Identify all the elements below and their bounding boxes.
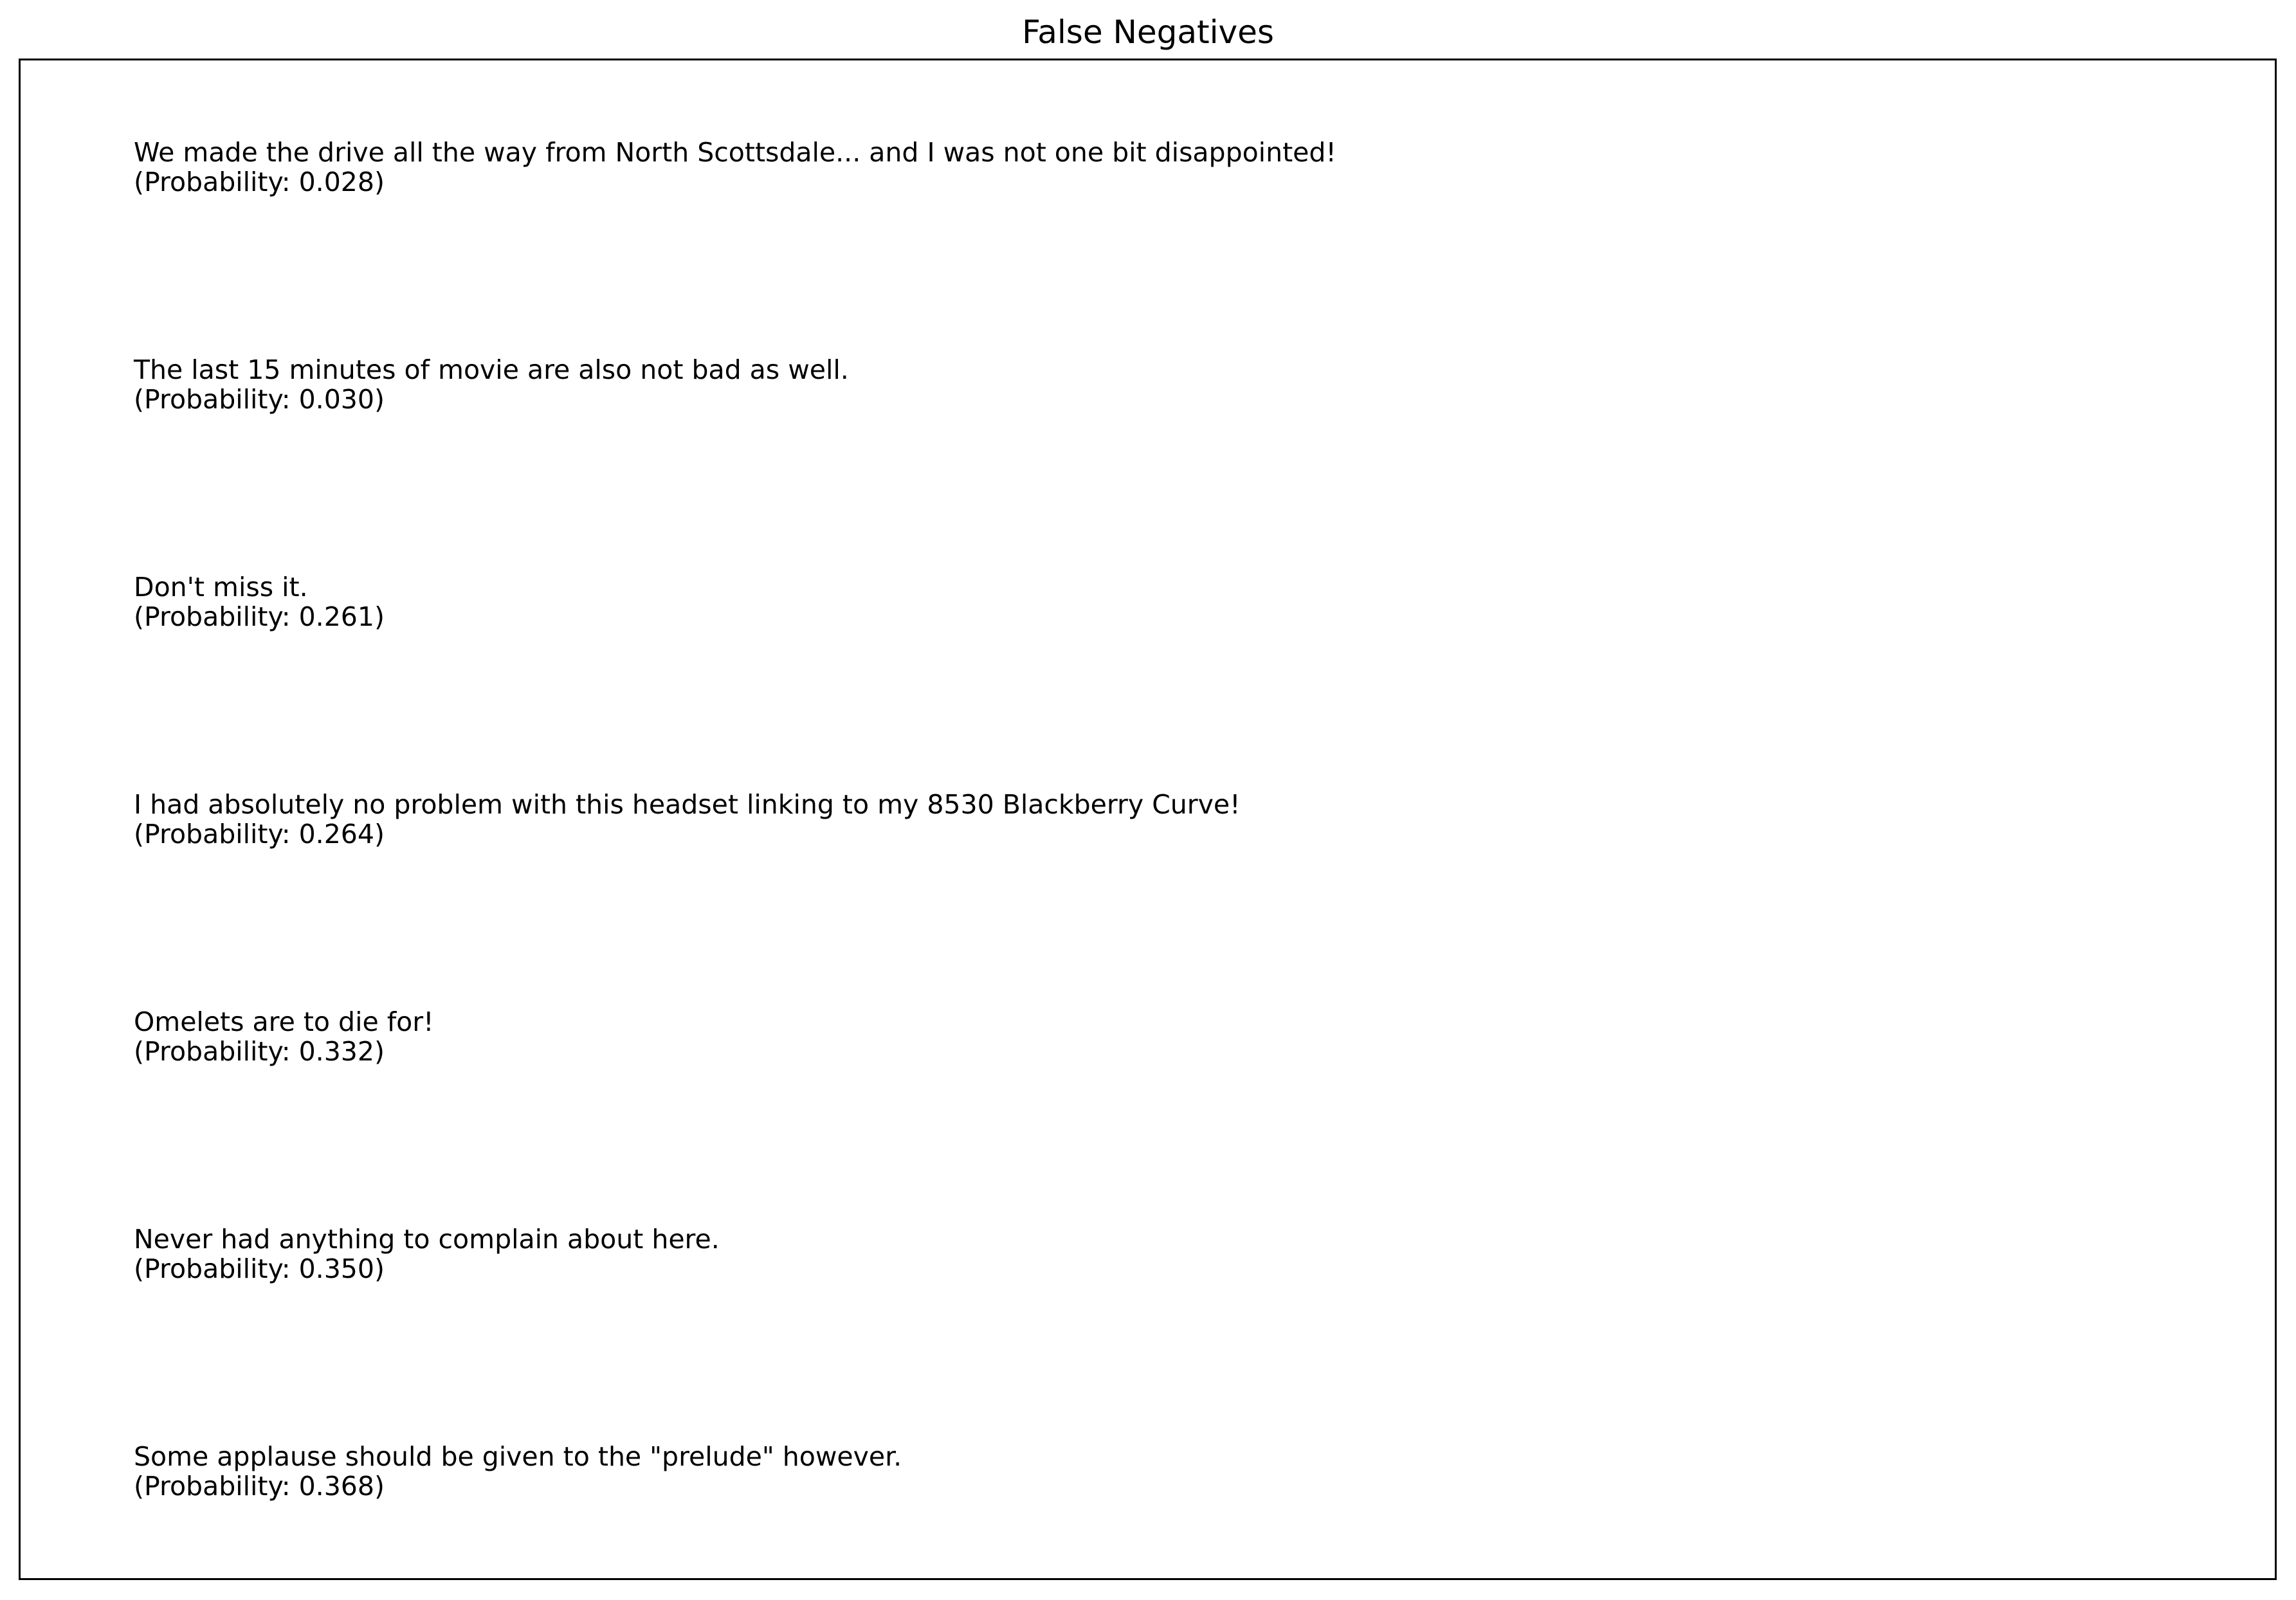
entry-text: Some applause should be given to the "pr…	[134, 1441, 902, 1472]
entry-text: I had absolutely no problem with this he…	[134, 789, 1241, 820]
entry-7: Some applause should be given to the "pr…	[134, 1442, 902, 1501]
entry-text: Omelets are to die for!	[134, 1006, 434, 1037]
entry-probability: (Probability: 0.332)	[134, 1036, 385, 1067]
entry-5: Omelets are to die for! (Probability: 0.…	[134, 1007, 434, 1066]
entry-text: Don't miss it.	[134, 572, 308, 603]
entry-text: The last 15 minutes of movie are also no…	[134, 354, 849, 385]
entry-probability: (Probability: 0.368)	[134, 1471, 385, 1502]
entry-4: I had absolutely no problem with this he…	[134, 790, 1241, 849]
entry-3: Don't miss it. (Probability: 0.261)	[134, 572, 385, 632]
entry-6: Never had anything to complain about her…	[134, 1224, 720, 1284]
entry-1: We made the drive all the way from North…	[134, 138, 1336, 197]
text-panel: We made the drive all the way from North…	[19, 59, 2277, 1580]
entry-probability: (Probability: 0.264)	[134, 819, 385, 850]
entry-2: The last 15 minutes of movie are also no…	[134, 355, 849, 414]
entry-probability: (Probability: 0.028)	[134, 167, 385, 197]
entry-probability: (Probability: 0.261)	[134, 601, 385, 632]
entry-probability: (Probability: 0.350)	[134, 1253, 385, 1284]
figure-title: False Negatives	[1022, 14, 1274, 51]
entry-text: Never had anything to complain about her…	[134, 1224, 720, 1255]
entry-text: We made the drive all the way from North…	[134, 137, 1336, 168]
entry-probability: (Probability: 0.030)	[134, 384, 385, 415]
